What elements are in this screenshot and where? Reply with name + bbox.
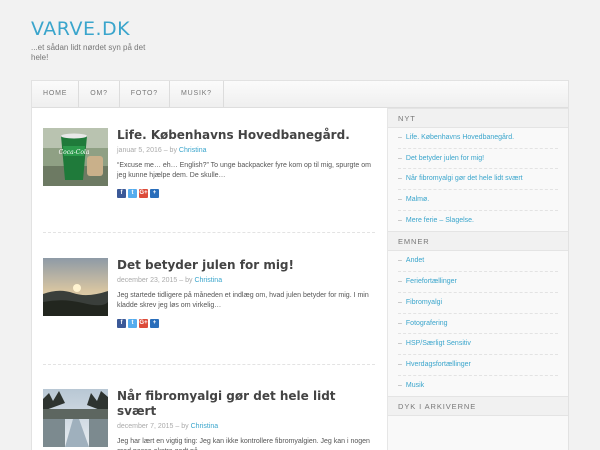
list-dash: –: [398, 175, 402, 183]
category-link[interactable]: Feriefortællinger: [406, 278, 457, 285]
twitter-icon[interactable]: t: [128, 189, 137, 198]
category-link[interactable]: Musik: [406, 382, 424, 389]
categories-list: – Andet – Feriefortællinger – Fibromyalgi –…: [388, 251, 568, 396]
post-title[interactable]: Life. Københavns Hovedbanegård.: [117, 128, 375, 143]
list-item: – Feriefortællinger: [398, 272, 558, 293]
widget-title-arkiv: DYK I ARKIVERNE: [388, 396, 568, 417]
recent-posts-list: – Life. Københavns Hovedbanegård. – Det be…: [388, 128, 568, 231]
list-item: – Fotografering: [398, 314, 558, 335]
post-title[interactable]: Når fibromyalgi gør det hele lidt svært: [117, 389, 375, 419]
post-author-link[interactable]: Christina: [194, 277, 222, 284]
list-item: – Hverdagsfortællinger: [398, 355, 558, 376]
share-buttons: f t G+ +: [117, 189, 375, 198]
sunset-landscape-photo[interactable]: [43, 258, 108, 316]
list-dash: –: [398, 340, 402, 348]
main-nav: HOME OM? FOTO? MUSIK?: [32, 81, 568, 108]
post-body: Det betyder julen for mig! december 23, …: [117, 258, 375, 328]
twitter-icon[interactable]: t: [128, 319, 137, 328]
post-divider: [43, 364, 375, 365]
category-link[interactable]: Fotografering: [406, 320, 448, 327]
post-body: Life. Københavns Hovedbanegård. januar 5…: [117, 128, 375, 198]
nav-item-home[interactable]: HOME: [32, 81, 80, 107]
share-buttons: f t G+ +: [117, 319, 375, 328]
post-excerpt: Jeg har lært en vigtig ting: Jeg kan ikk…: [117, 438, 370, 450]
list-item: – Når fibromyalgi gør det hele lidt svært: [398, 169, 558, 191]
post-meta: januar 5, 2016 – by Christina: [117, 146, 375, 155]
category-link[interactable]: HSP/Særligt Sensitiv: [406, 340, 471, 347]
list-dash: –: [398, 298, 402, 306]
nav-item-om[interactable]: OM?: [79, 81, 120, 107]
list-item: – Det betyder julen for mig!: [398, 149, 558, 170]
googleplus-icon[interactable]: G+: [139, 189, 148, 198]
svg-text:Coca-Cola: Coca-Cola: [59, 149, 90, 156]
category-link[interactable]: Hverdagsfortællinger: [406, 361, 471, 368]
post-date: december 7, 2015: [117, 423, 174, 430]
googleplus-icon[interactable]: G+: [139, 319, 148, 328]
post-date: december 23, 2015: [117, 277, 178, 284]
list-dash: –: [398, 196, 402, 204]
site-header: VARVE.DK ...et sådan lidt nørdet syn på …: [31, 18, 231, 63]
recent-post-link[interactable]: Life. Københavns Hovedbanegård.: [406, 134, 514, 141]
nav-item-musik[interactable]: MUSIK?: [170, 81, 224, 107]
list-item: – Mere ferie – Slagelse.: [398, 211, 558, 232]
facebook-icon[interactable]: f: [117, 189, 126, 198]
post-meta: december 7, 2015 – by Christina: [117, 422, 375, 431]
post-meta: december 23, 2015 – by Christina: [117, 276, 375, 285]
list-item: – Fibromyalgi: [398, 293, 558, 314]
list-dash: –: [398, 154, 402, 162]
list-dash: –: [398, 381, 402, 389]
widget-emner: EMNER – Andet – Feriefortællinger – Fibromy…: [388, 231, 568, 396]
list-item: – Life. Københavns Hovedbanegård.: [398, 128, 558, 149]
widget-title-emner: EMNER: [388, 231, 568, 252]
post-author-link[interactable]: Christina: [179, 147, 207, 154]
post-excerpt: “Excuse me… eh… English?” To unge backpa…: [117, 162, 371, 179]
add-share-icon[interactable]: +: [150, 319, 159, 328]
category-link[interactable]: Andet: [406, 257, 424, 264]
sidebar: NYT – Life. Københavns Hovedbanegård. – De…: [387, 108, 568, 450]
facebook-icon[interactable]: f: [117, 319, 126, 328]
post-by: – by: [175, 423, 189, 430]
recent-post-link[interactable]: Malmø.: [406, 196, 429, 203]
widget-nyt: NYT – Life. Københavns Hovedbanegård. – De…: [388, 108, 568, 231]
list-dash: –: [398, 319, 402, 327]
add-share-icon[interactable]: +: [150, 189, 159, 198]
post-by: – by: [179, 277, 193, 284]
list-item: – HSP/Særligt Sensitiv: [398, 334, 558, 355]
list-item: – Andet: [398, 251, 558, 273]
site-title[interactable]: VARVE.DK: [31, 18, 231, 40]
coca-cola-cup-photo[interactable]: Coca-Cola: [43, 128, 108, 186]
post-date: januar 5, 2016: [117, 147, 162, 154]
recent-post-link[interactable]: Mere ferie – Slagelse.: [406, 217, 474, 224]
recent-post-link[interactable]: Når fibromyalgi gør det hele lidt svært: [406, 175, 523, 182]
recent-post-link[interactable]: Det betyder julen for mig!: [406, 155, 484, 162]
winter-path-photo[interactable]: [43, 389, 108, 447]
post-body: Når fibromyalgi gør det hele lidt svært …: [117, 389, 375, 450]
list-item: – Malmø.: [398, 190, 558, 211]
list-item: – Musik: [398, 376, 558, 397]
post-excerpt: Jeg startede tidligere på måneden et ind…: [117, 292, 369, 309]
list-dash: –: [398, 278, 402, 286]
list-dash: –: [398, 134, 402, 141]
list-dash: –: [398, 257, 402, 265]
page-container: HOME OM? FOTO? MUSIK? Coca-Cola Life. Kø…: [31, 80, 569, 450]
post-by: – by: [163, 147, 177, 154]
site-description: ...et sådan lidt nørdet syn på det hele!: [31, 43, 146, 62]
list-dash: –: [398, 216, 402, 224]
category-link[interactable]: Fibromyalgi: [406, 299, 442, 306]
nav-item-foto[interactable]: FOTO?: [120, 81, 170, 107]
post-divider: [43, 232, 375, 233]
post-title[interactable]: Det betyder julen for mig!: [117, 258, 375, 273]
post-author-link[interactable]: Christina: [191, 423, 219, 430]
widget-title-nyt: NYT: [388, 108, 568, 128]
list-dash: –: [398, 360, 402, 368]
widget-arkiv: DYK I ARKIVERNE: [388, 396, 568, 417]
